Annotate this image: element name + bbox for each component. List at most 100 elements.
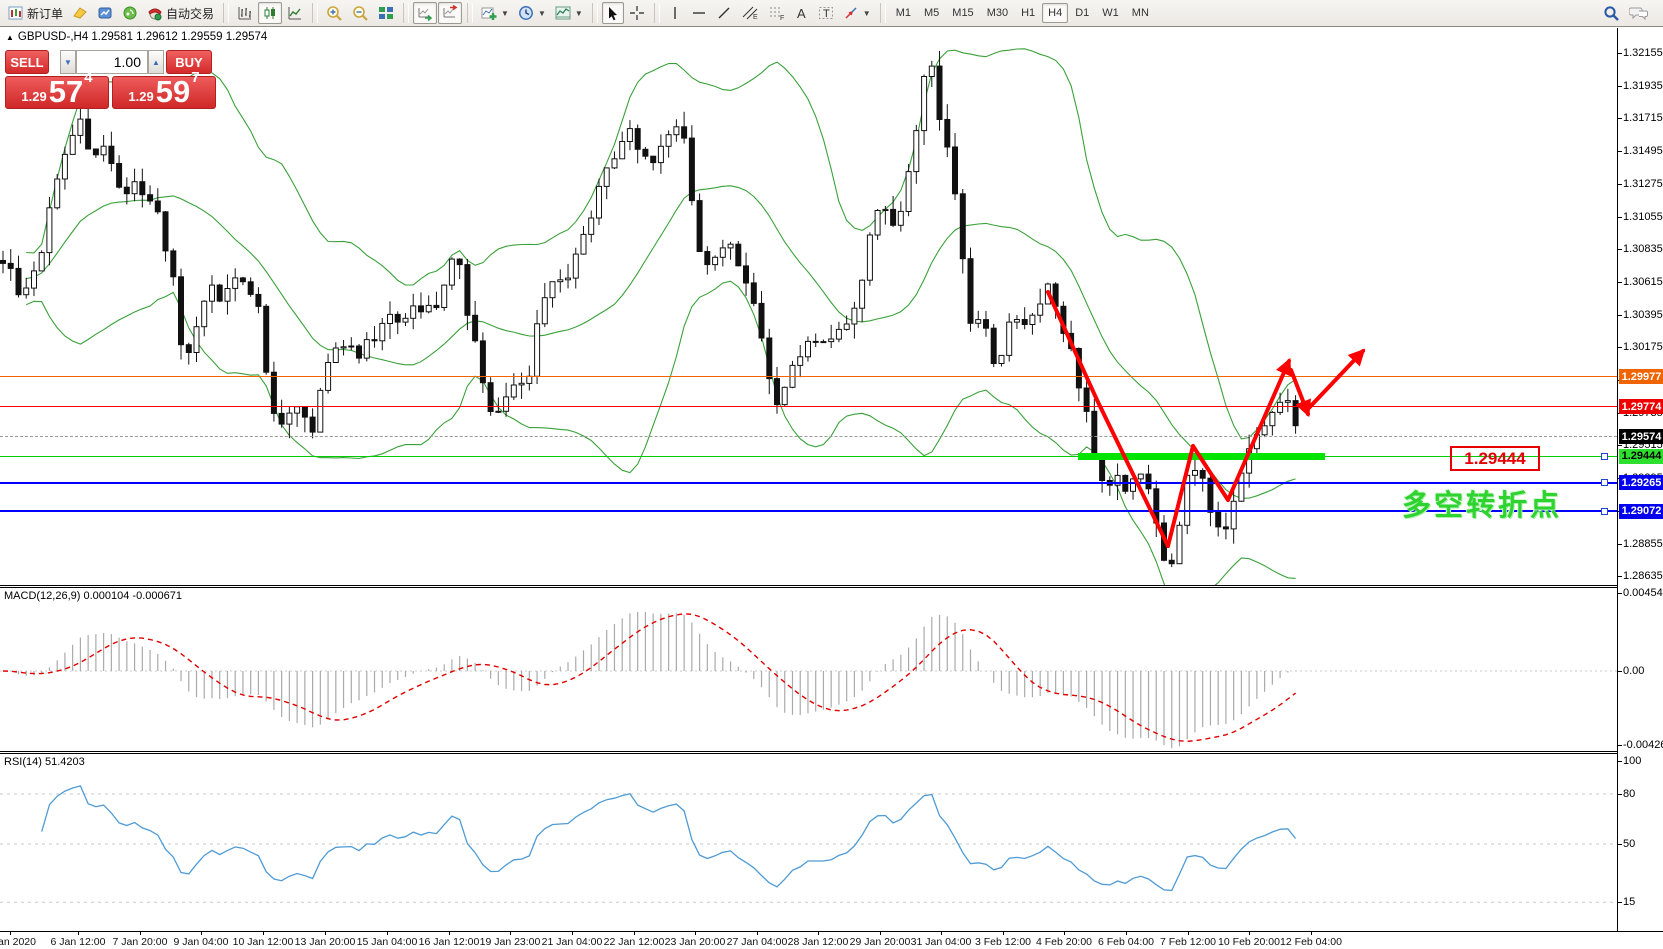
date-tick <box>201 932 202 935</box>
panel-separator[interactable] <box>0 585 1663 588</box>
macd-chart[interactable] <box>0 588 1617 751</box>
turning-point-annotation[interactable]: 多空转折点 <box>1402 482 1562 524</box>
rsi-panel[interactable]: RSI(14) 51.4203 <box>0 754 1617 931</box>
volume-increase-button[interactable]: ▲ <box>148 50 164 74</box>
periods-button[interactable]: ▼ <box>514 2 550 24</box>
price-scale[interactable]: 1.321551.319351.317151.314951.312751.310… <box>1617 28 1663 931</box>
price-line-tag[interactable]: 1.29444 <box>1619 449 1663 464</box>
price-line-tag[interactable]: 1.29774 <box>1619 399 1663 414</box>
bar-chart-button[interactable] <box>233 2 257 24</box>
bar-chart-icon <box>237 5 253 21</box>
price-tick-label: 1.28855 <box>1623 538 1663 550</box>
equidistant-channel-tool[interactable]: E <box>737 2 763 24</box>
text-label-tool[interactable]: T <box>814 2 838 24</box>
axis-tick <box>1618 151 1622 152</box>
price-tick-label: 1.30615 <box>1623 276 1663 288</box>
price-tick-label: 1.31055 <box>1623 211 1663 223</box>
price-line-tag[interactable]: 1.29574 <box>1619 429 1663 444</box>
chart-shift-button[interactable] <box>438 2 462 24</box>
vertical-line-tool[interactable] <box>664 2 686 24</box>
dropdown-caret-icon: ▼ <box>575 9 583 18</box>
date-label: 6 Jan 12:00 <box>51 936 106 948</box>
axis-tick <box>1618 315 1622 316</box>
date-label: 27 Jan 04:00 <box>727 936 788 948</box>
chat-button[interactable] <box>1625 2 1653 24</box>
timeframe-button-mn[interactable]: MN <box>1126 3 1155 23</box>
price-line-tag[interactable]: 1.29265 <box>1619 475 1663 490</box>
zoom-in-icon <box>326 5 343 22</box>
sell-price-button[interactable]: 1.29 57 4 <box>5 76 109 109</box>
collapse-icon[interactable]: ▲ <box>6 33 14 42</box>
market-watch-button[interactable] <box>93 2 117 24</box>
fibonacci-tool[interactable]: F <box>764 2 790 24</box>
buy-button[interactable]: BUY <box>166 50 212 74</box>
crosshair-icon <box>629 5 645 21</box>
zoom-out-button[interactable] <box>348 2 373 24</box>
sell-price-big: 57 <box>49 77 83 107</box>
date-label: 15 Jan 04:00 <box>357 936 418 948</box>
macd-panel[interactable]: MACD(12,26,9) 0.000104 -0.000671 <box>0 588 1617 751</box>
timeframe-button-m15[interactable]: M15 <box>946 3 979 23</box>
price-line-tag[interactable]: 1.29977 <box>1619 369 1663 384</box>
price-callout-box[interactable]: 1.29444 <box>1450 446 1540 471</box>
vertical-line-icon <box>668 5 682 21</box>
trendline-tool[interactable] <box>712 2 736 24</box>
macd-axis-label: 0.004542 <box>1623 587 1663 599</box>
expert-advisor-icon <box>147 5 163 21</box>
date-label: 29 Jan 20:00 <box>850 936 911 948</box>
zoom-in-button[interactable] <box>322 2 347 24</box>
trading-platform-window: 新订单 自动交易 ▼ ▼ ▼ E F A T ▼ <box>0 0 1663 949</box>
date-tick <box>634 932 635 935</box>
templates-button[interactable]: ▼ <box>551 2 587 24</box>
price-tick-label: 1.30175 <box>1623 341 1663 353</box>
candlestick-chart-button[interactable] <box>258 2 282 24</box>
timeframe-button-m5[interactable]: M5 <box>918 3 945 23</box>
crosshair-button[interactable] <box>625 2 649 24</box>
cursor-button[interactable] <box>602 2 624 24</box>
axis-tick <box>1618 761 1622 762</box>
volume-decrease-button[interactable]: ▼ <box>60 50 76 74</box>
timeframe-button-m1[interactable]: M1 <box>890 3 917 23</box>
timeframe-group: M1M5M15M30H1H4D1W1MN <box>890 3 1155 23</box>
date-tick <box>818 932 819 935</box>
date-label: 21 Jan 04:00 <box>542 936 603 948</box>
timeframe-button-h1[interactable]: H1 <box>1015 3 1041 23</box>
horizontal-line-icon <box>691 6 707 20</box>
price-tick-label: 1.28635 <box>1623 570 1663 582</box>
date-tick <box>572 932 573 935</box>
arrows-tool[interactable]: ▼ <box>839 2 875 24</box>
date-tick <box>78 932 79 935</box>
timeframe-button-h4[interactable]: H4 <box>1042 3 1068 23</box>
channel-icon: E <box>741 5 759 21</box>
buy-price-button[interactable]: 1.29 59 7 <box>112 76 216 109</box>
new-order-button[interactable]: 新订单 <box>4 2 67 24</box>
rsi-axis-label: 80 <box>1623 788 1635 800</box>
indicators-button[interactable]: ▼ <box>477 2 513 24</box>
text-tool[interactable]: A <box>791 2 813 24</box>
search-button[interactable] <box>1599 2 1624 24</box>
price-line-tag[interactable]: 1.29072 <box>1619 504 1663 519</box>
timeframe-button-m30[interactable]: M30 <box>981 3 1014 23</box>
date-tick <box>449 932 450 935</box>
sell-button[interactable]: SELL <box>5 50 49 74</box>
signals-button[interactable] <box>118 2 142 24</box>
sell-price-sup: 4 <box>84 61 92 95</box>
sell-price-small: 1.29 <box>21 87 46 107</box>
dropdown-caret-icon: ▼ <box>501 9 509 18</box>
auto-trading-button[interactable]: 自动交易 <box>143 2 218 24</box>
timeframe-button-w1[interactable]: W1 <box>1096 3 1125 23</box>
auto-scroll-button[interactable] <box>413 2 437 24</box>
rsi-chart[interactable] <box>0 754 1617 931</box>
trendline-icon <box>716 5 732 21</box>
horizontal-line-tool[interactable] <box>687 2 711 24</box>
ohlc-header[interactable]: ▲ GBPUSD-,H4 1.29581 1.29612 1.29559 1.2… <box>6 31 267 43</box>
timeframe-button-d1[interactable]: D1 <box>1069 3 1095 23</box>
metaeditor-button[interactable] <box>68 2 92 24</box>
trend-arrow-annotations[interactable] <box>0 28 1617 585</box>
buy-price-sup: 7 <box>191 61 199 95</box>
date-axis[interactable]: 3 Jan 20206 Jan 12:007 Jan 20:009 Jan 04… <box>0 932 1617 949</box>
panel-separator[interactable] <box>0 751 1663 754</box>
tile-windows-button[interactable] <box>374 2 398 24</box>
main-chart-panel[interactable]: ▲ GBPUSD-,H4 1.29581 1.29612 1.29559 1.2… <box>0 28 1617 585</box>
line-chart-button[interactable] <box>283 2 307 24</box>
